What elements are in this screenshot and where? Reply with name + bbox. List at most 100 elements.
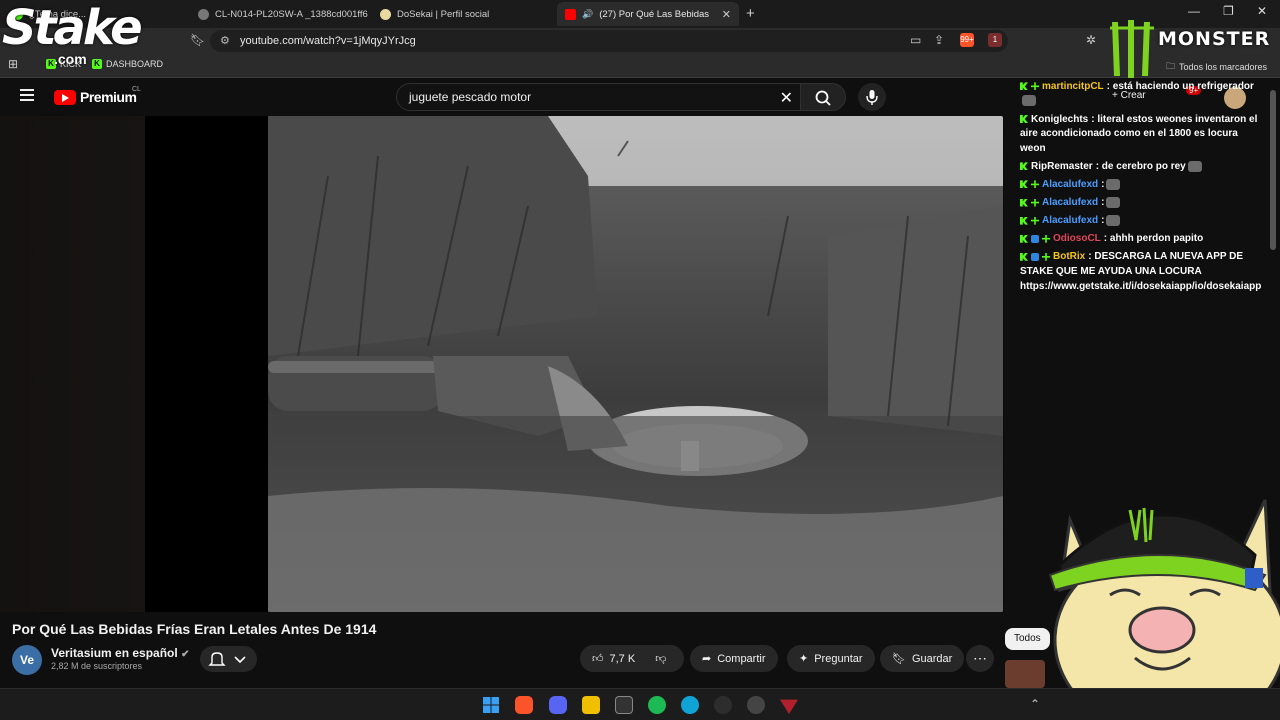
address-bar-row: 🔖︎ ⚙︎ youtube.com/watch?v=1jMqyJYrJcg ▭ …: [0, 28, 1280, 54]
chat-message: martincitpCL: está haciendo un refrigera…: [1020, 80, 1260, 109]
apps-grid-icon[interactable]: ⊞: [8, 57, 18, 71]
emote-icon: [1106, 215, 1121, 227]
chat-username[interactable]: Koniglechts: [1031, 114, 1088, 125]
tab-title: DoSekai | Perfil social: [397, 8, 490, 20]
folder-icon: 🗀︎: [1166, 61, 1176, 71]
kick-badge-icon: [1020, 252, 1028, 261]
like-icon[interactable]: 👍︎: [592, 652, 604, 665]
sub-badge-icon: [1031, 180, 1039, 189]
discord-icon[interactable]: [549, 696, 567, 714]
menu-icon[interactable]: [20, 89, 34, 104]
search-icon: [815, 90, 831, 106]
browser-tab-3[interactable]: DoSekai | Perfil social: [372, 2, 552, 26]
search-input[interactable]: juguete pescado motor ✕: [396, 83, 804, 111]
emote-icon: [1022, 95, 1036, 107]
speaker-icon: 🔊: [582, 8, 594, 19]
new-tab-button[interactable]: +: [746, 5, 755, 22]
maximize-button[interactable]: ❐: [1223, 4, 1234, 18]
minimize-button[interactable]: —: [1188, 4, 1200, 18]
browser-tab-4[interactable]: 🔊 (27) Por Qué Las Bebidas Frías ✕: [557, 2, 739, 26]
voice-search-button[interactable]: [858, 83, 886, 111]
screen: { "browser": { "tabs": [ {"title": "¿Te …: [0, 0, 1280, 720]
youtube-favicon-icon: [565, 8, 576, 20]
kick-badge-icon: [1020, 162, 1028, 171]
subscription-bell-button[interactable]: [200, 646, 257, 672]
youtube-logo[interactable]: Premium CL: [54, 86, 141, 105]
share-icon[interactable]: ⇪: [934, 33, 944, 47]
video-title: Por Qué Las Bebidas Frías Eran Letales A…: [12, 621, 377, 637]
brave-shields-icon[interactable]: 99+: [960, 33, 974, 47]
kick-badge-icon: [1020, 180, 1028, 189]
obs-icon[interactable]: [714, 696, 732, 714]
search-button[interactable]: [800, 83, 846, 111]
channel-name[interactable]: Veritasium en español ✔︎: [51, 646, 189, 660]
all-bookmarks-button[interactable]: 🗀︎ Todos los marcadores: [1166, 59, 1267, 75]
windows-start-icon[interactable]: [482, 696, 500, 714]
chat-message: Alacalufexd:: [1020, 214, 1260, 229]
chat-username[interactable]: martincitpCL: [1042, 81, 1104, 92]
clear-search-icon[interactable]: ✕: [780, 88, 793, 108]
browser-tab-2[interactable]: CL-N014-PL20SW-A _1388cd001ff64: [190, 2, 368, 26]
youtube-logo-text: Premium: [80, 89, 137, 105]
brave-rewards-icon[interactable]: 1: [988, 33, 1002, 47]
kick-badge-icon: [1020, 82, 1028, 91]
chat-username[interactable]: Alacalufexd: [1042, 179, 1098, 190]
chat-username[interactable]: BotRix: [1053, 251, 1085, 262]
like-count[interactable]: 7,7 K: [610, 653, 636, 665]
stake-logo-domain: .com: [54, 51, 87, 67]
bookmarks-bar: ⊞ K KICK K DASHBOARD 🗀︎ Todos los marcad…: [0, 54, 1280, 78]
like-dislike-group: 👍︎ 7,7 K 👎︎: [580, 645, 684, 672]
ask-button[interactable]: ✦ Preguntar: [787, 645, 875, 672]
bookmark-dashboard[interactable]: K DASHBOARD: [92, 59, 163, 69]
youtube-play-icon: [54, 89, 76, 105]
webcam-thumbnail: [1005, 660, 1045, 688]
cast-icon[interactable]: ▭: [910, 33, 921, 47]
save-button[interactable]: 🔖︎ Guardar: [880, 645, 965, 672]
channel-name-text: Veritasium en español: [51, 646, 178, 660]
dislike-icon[interactable]: 👎︎: [655, 652, 666, 665]
valorant-icon[interactable]: [780, 699, 798, 714]
kick-badge-icon: [1020, 234, 1028, 243]
more-actions-icon[interactable]: ⋯: [966, 645, 994, 672]
spotify-icon[interactable]: [648, 696, 666, 714]
url-field[interactable]: ⚙︎ youtube.com/watch?v=1jMqyJYrJcg: [210, 30, 1008, 52]
tray-chevron-icon[interactable]: ⌃: [1030, 697, 1040, 711]
taskbar: ⌃: [0, 688, 1280, 720]
kick-badge-icon: [1020, 216, 1028, 225]
edge-icon[interactable]: [681, 696, 699, 714]
chat-text: : está haciendo un refrigerador: [1106, 81, 1254, 92]
chat-message: BotRix: DESCARGA LA NUEVA APP DE STAKE Q…: [1020, 250, 1261, 294]
bookmark-label: DASHBOARD: [106, 59, 164, 69]
extensions-icon[interactable]: ✲: [1086, 33, 1096, 47]
file-explorer-icon[interactable]: [582, 696, 600, 714]
bookmark-icon[interactable]: 🔖︎: [190, 33, 205, 47]
media-app-icon[interactable]: [615, 696, 633, 714]
chat-message: RipRemaster: de cerebro po rey: [1020, 160, 1260, 175]
close-window-button[interactable]: ✕: [1257, 4, 1267, 18]
microphone-icon: [866, 90, 878, 105]
share-button[interactable]: ➦ Compartir: [690, 645, 778, 672]
sparkle-icon: ✦: [799, 653, 809, 665]
site-settings-icon[interactable]: ⚙︎: [220, 34, 230, 47]
search-value: juguete pescado motor: [409, 90, 532, 104]
brave-browser-icon[interactable]: [515, 696, 533, 714]
channel-avatar[interactable]: Ve: [12, 645, 42, 675]
chat-username[interactable]: RipRemaster: [1031, 161, 1093, 172]
chat-message: Koniglechts: literal estos weones invent…: [1020, 113, 1260, 157]
chat-username[interactable]: Alacalufexd: [1042, 215, 1098, 226]
chat-username[interactable]: Alacalufexd: [1042, 197, 1098, 208]
chat-scrollbar[interactable]: [1270, 90, 1276, 250]
all-bookmarks-label: Todos los marcadores: [1179, 62, 1268, 72]
chat-username[interactable]: OdiosoCL: [1053, 233, 1101, 244]
close-tab-icon[interactable]: ✕: [722, 8, 731, 21]
sub-badge-icon: [1031, 82, 1039, 91]
monster-logo-text: MONSTER: [1158, 28, 1271, 50]
dosekai-favicon-icon: [380, 8, 391, 20]
bot-badge-icon: [1031, 234, 1039, 243]
ask-label: Preguntar: [814, 652, 863, 665]
globe-favicon-icon: [198, 8, 209, 20]
app-icon[interactable]: [747, 696, 765, 714]
url-text: youtube.com/watch?v=1jMqyJYrJcg: [240, 35, 416, 47]
kick-badge-icon: [1020, 115, 1028, 124]
video-player[interactable]: [268, 116, 1003, 612]
